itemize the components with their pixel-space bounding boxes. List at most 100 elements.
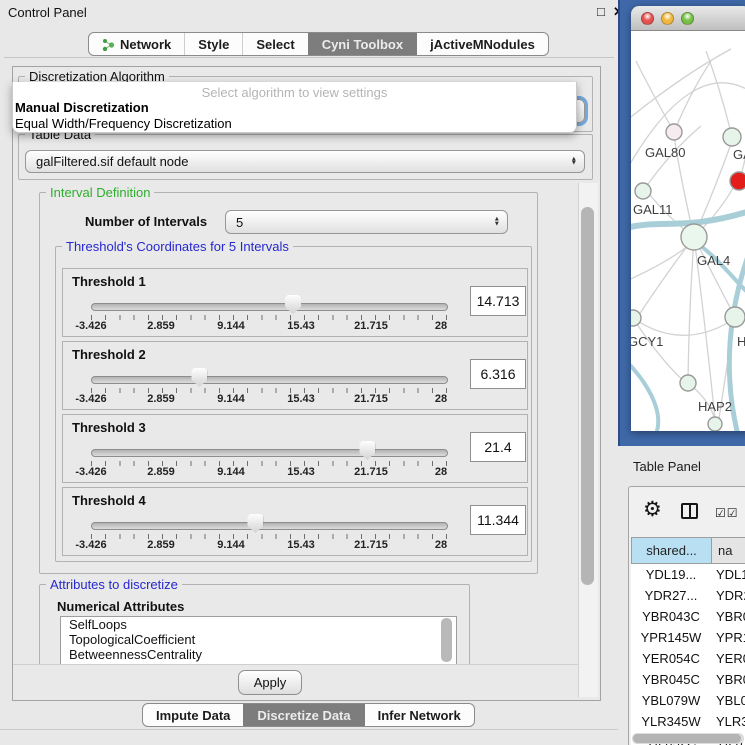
cell-name[interactable]: YLR3 xyxy=(711,711,745,732)
slider-ticks xyxy=(91,461,447,466)
cell-name[interactable]: YBR0 xyxy=(711,606,745,627)
slider-track[interactable] xyxy=(91,376,448,384)
cell-name[interactable]: YBL0 xyxy=(711,690,745,711)
mac-minimize-icon[interactable] xyxy=(661,12,674,25)
cell-shared-name[interactable]: YER054C xyxy=(631,648,711,669)
cell-shared-name[interactable]: YBL079W xyxy=(631,690,711,711)
cell-name[interactable]: YBR0 xyxy=(711,669,745,690)
tab-network[interactable]: Network xyxy=(89,33,184,55)
threshold-value-field[interactable]: 11.344 xyxy=(470,505,526,535)
table-row[interactable]: YLR345WYLR3 xyxy=(631,711,745,732)
cell-name[interactable]: YPR1 xyxy=(711,627,745,648)
panel-scrollbar-thumb[interactable] xyxy=(581,207,594,585)
tab-infer-network[interactable]: Infer Network xyxy=(364,704,474,726)
slider-thumb[interactable] xyxy=(285,295,301,314)
bottom-action-band xyxy=(13,664,598,699)
slider-track[interactable] xyxy=(91,522,448,530)
threshold-value-field[interactable]: 6.316 xyxy=(470,359,526,389)
cell-shared-name[interactable]: YLR345W xyxy=(631,711,711,732)
table-row[interactable]: YDR27...YDR2 xyxy=(631,585,745,606)
tab-impute-data[interactable]: Impute Data xyxy=(143,704,243,726)
tab-label: Select xyxy=(256,37,294,52)
cell-name[interactable]: YDL1 xyxy=(711,564,745,585)
network-node[interactable] xyxy=(666,124,682,140)
cell-shared-name[interactable]: YBR043C xyxy=(631,606,711,627)
threshold-value-field[interactable]: 14.713 xyxy=(470,286,526,316)
table-panel: ⚙ ☑☑ shared... na YDL19...YDL1YDR27...YD… xyxy=(628,486,745,745)
app-root: Control Panel □ ✕ NetworkStyleSelectCyni… xyxy=(0,0,745,745)
table-header-row[interactable]: shared... na xyxy=(631,537,745,564)
network-node[interactable] xyxy=(730,172,745,190)
tab-style[interactable]: Style xyxy=(184,33,242,55)
slider-track[interactable] xyxy=(91,303,448,311)
network-window-titlebar[interactable] xyxy=(631,6,745,31)
slider-thumb[interactable] xyxy=(191,368,207,387)
slider-track[interactable] xyxy=(91,449,448,457)
table-row[interactable]: YBL079WYBL0 xyxy=(631,690,745,711)
cell-shared-name[interactable]: YDR27... xyxy=(631,585,711,606)
apply-button[interactable]: Apply xyxy=(238,670,302,695)
tick-label: 15.43 xyxy=(287,393,315,405)
table-panel-title: Table Panel xyxy=(633,459,701,474)
attribute-list-item[interactable]: BetweennessCentrality xyxy=(61,647,456,662)
table-hscrollbar-thumb[interactable] xyxy=(633,734,741,743)
table-header-name[interactable]: na xyxy=(712,538,745,563)
tick-label: 15.43 xyxy=(287,466,315,478)
cell-shared-name[interactable]: YBR045C xyxy=(631,669,711,690)
network-node[interactable] xyxy=(681,224,707,250)
tick-label: -3.426 xyxy=(75,539,106,551)
threshold-label: Threshold 1 xyxy=(72,274,146,289)
table-row[interactable]: YDL19...YDL1 xyxy=(631,564,745,585)
numerical-attributes-list[interactable]: SelfLoopsTopologicalCoefficientBetweenne… xyxy=(60,616,457,665)
table-data-combo[interactable]: galFiltered.sif default node xyxy=(25,150,585,173)
dropdown-option[interactable]: Equal Width/Frequency Discretization xyxy=(13,116,576,132)
thresholds-group-title: Threshold's Coordinates for 5 Intervals xyxy=(62,239,293,254)
network-node-label: GAL11 xyxy=(633,202,673,217)
checkboxes-icon[interactable]: ☑☑ xyxy=(715,506,739,520)
slider-thumb[interactable] xyxy=(247,514,263,533)
tab-cyni-toolbox[interactable]: Cyni Toolbox xyxy=(308,33,416,55)
gear-icon[interactable]: ⚙ xyxy=(643,499,662,520)
tick-label: -3.426 xyxy=(75,320,106,332)
attributes-list-scrollbar[interactable] xyxy=(441,618,452,662)
network-node[interactable] xyxy=(723,128,741,146)
table-row[interactable]: YBR045CYBR0 xyxy=(631,669,745,690)
table-row[interactable]: YER054CYER0 xyxy=(631,648,745,669)
tab-jactivemnodules[interactable]: jActiveMNodules xyxy=(416,33,548,55)
network-node[interactable] xyxy=(635,183,651,199)
network-node[interactable] xyxy=(631,310,641,326)
interval-definition-title: Interval Definition xyxy=(46,185,154,200)
network-canvas[interactable]: GAL80GAGAL11GAL4GCY1HHAP2 xyxy=(631,31,745,431)
threshold-panel: Threshold 3 21.4 -3.4262.8599.14415.4321… xyxy=(62,414,528,483)
threshold-label: Threshold 4 xyxy=(72,493,146,508)
dropdown-option[interactable]: Manual Discretization xyxy=(13,100,576,116)
algorithm-dropdown-popup: Select algorithm to view settings Manual… xyxy=(12,82,577,133)
network-node[interactable] xyxy=(680,375,696,391)
table-row[interactable]: YBR043CYBR0 xyxy=(631,606,745,627)
table-row[interactable]: YPR145WYPR1 xyxy=(631,627,745,648)
float-window-icon[interactable]: □ xyxy=(597,4,605,19)
cell-shared-name[interactable]: YPR145W xyxy=(631,627,711,648)
tick-label: 2.859 xyxy=(147,466,175,478)
tab-select[interactable]: Select xyxy=(242,33,307,55)
mac-close-icon[interactable] xyxy=(641,12,654,25)
slider-thumb[interactable] xyxy=(359,441,375,460)
cell-shared-name[interactable]: YDL19... xyxy=(631,564,711,585)
mac-zoom-icon[interactable] xyxy=(681,12,694,25)
top-tab-bar: NetworkStyle Select Cyni ToolboxjActiveMNo… xyxy=(88,32,549,56)
attribute-list-item[interactable]: TopologicalCoefficient xyxy=(61,632,456,647)
bottom-tab-bar: Impute DataDiscretize DataInfer Network xyxy=(142,703,475,727)
cell-name[interactable]: YDR2 xyxy=(711,585,745,606)
tab-discretize-data[interactable]: Discretize Data xyxy=(243,704,363,726)
table-hscrollbar-track[interactable] xyxy=(632,733,744,744)
table-header-shared-name[interactable]: shared... xyxy=(632,538,712,563)
network-node-label: HAP2 xyxy=(698,399,732,414)
number-of-intervals-combo[interactable]: 5 xyxy=(225,210,508,234)
split-columns-icon[interactable] xyxy=(681,503,698,519)
attribute-list-item[interactable]: SelfLoops xyxy=(61,617,456,632)
network-node[interactable] xyxy=(708,417,722,431)
threshold-value-field[interactable]: 21.4 xyxy=(470,432,526,462)
network-node-label: GAL80 xyxy=(645,145,685,160)
network-node[interactable] xyxy=(725,307,745,327)
cell-name[interactable]: YER0 xyxy=(711,648,745,669)
